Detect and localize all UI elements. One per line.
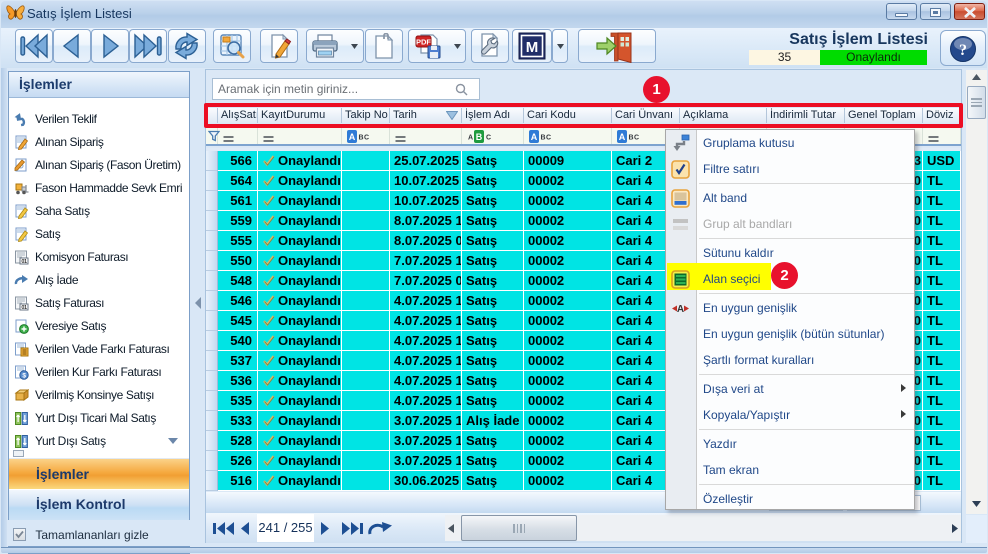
svg-text:C: C	[486, 135, 491, 142]
svg-text:PDF: PDF	[416, 38, 431, 47]
svg-text:01: 01	[21, 305, 27, 311]
svg-text:A: A	[468, 135, 473, 142]
svg-text:C: C	[546, 135, 551, 142]
svg-text:A: A	[619, 132, 626, 142]
svg-text:B: B	[359, 135, 364, 142]
svg-text:01: 01	[21, 259, 27, 265]
svg-text:A: A	[677, 304, 684, 315]
svg-text:C: C	[634, 135, 639, 142]
svg-text:A: A	[349, 132, 356, 142]
svg-text:B: B	[629, 135, 634, 142]
svg-text:A: A	[531, 132, 538, 142]
svg-text:C: C	[364, 135, 369, 142]
svg-text:B: B	[541, 135, 546, 142]
svg-text:M: M	[526, 39, 539, 56]
svg-text:B: B	[476, 132, 483, 142]
svg-text:?: ?	[959, 42, 967, 59]
